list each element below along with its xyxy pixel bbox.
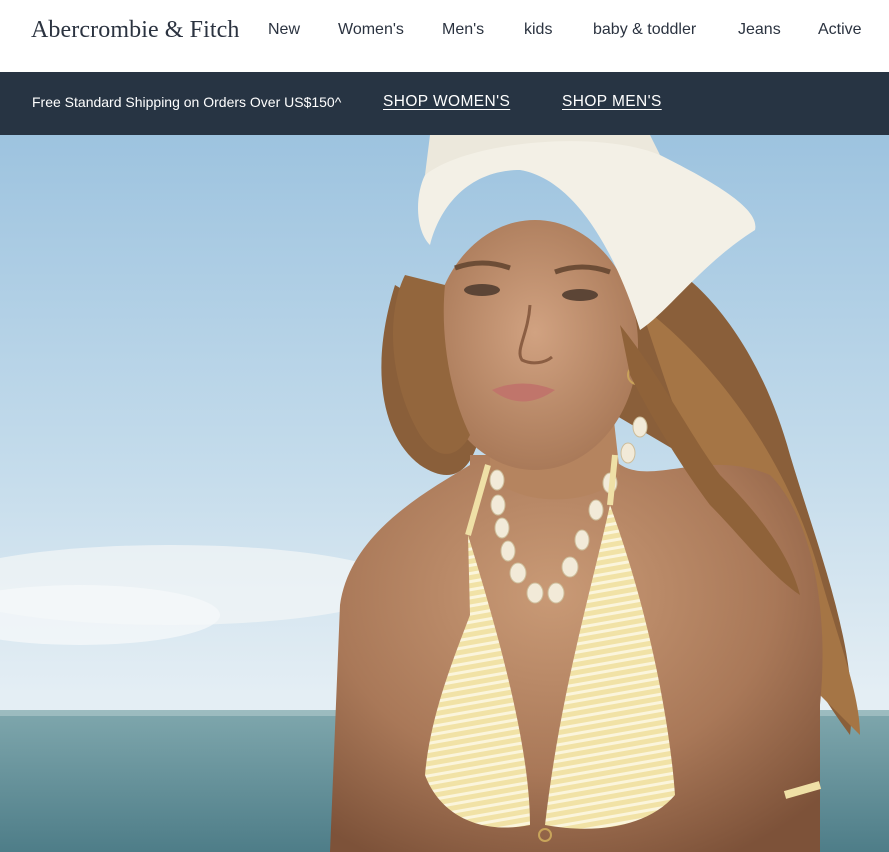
main-nav: New Women's Men's kids baby & toddler Je…	[0, 0, 889, 60]
nav-item-baby-toddler[interactable]: baby & toddler	[593, 21, 696, 39]
nav-item-mens[interactable]: Men's	[442, 21, 484, 39]
promo-banner: Free Standard Shipping on Orders Over US…	[0, 72, 889, 135]
nav-item-new[interactable]: New	[268, 21, 300, 39]
hero-photo-illustration	[0, 135, 889, 852]
nav-item-womens[interactable]: Women's	[338, 21, 404, 39]
nav-item-active[interactable]: Active	[818, 21, 862, 39]
shipping-message: Free Standard Shipping on Orders Over US…	[32, 94, 342, 110]
shop-mens-link[interactable]: SHOP MEN'S	[562, 93, 662, 111]
shop-womens-link[interactable]: SHOP WOMEN'S	[383, 93, 510, 111]
nav-item-jeans[interactable]: Jeans	[738, 21, 781, 39]
nav-item-kids[interactable]: kids	[524, 21, 552, 39]
site-header: Abercrombie & Fitch New Women's Men's ki…	[0, 0, 889, 72]
hero-image[interactable]	[0, 135, 889, 852]
